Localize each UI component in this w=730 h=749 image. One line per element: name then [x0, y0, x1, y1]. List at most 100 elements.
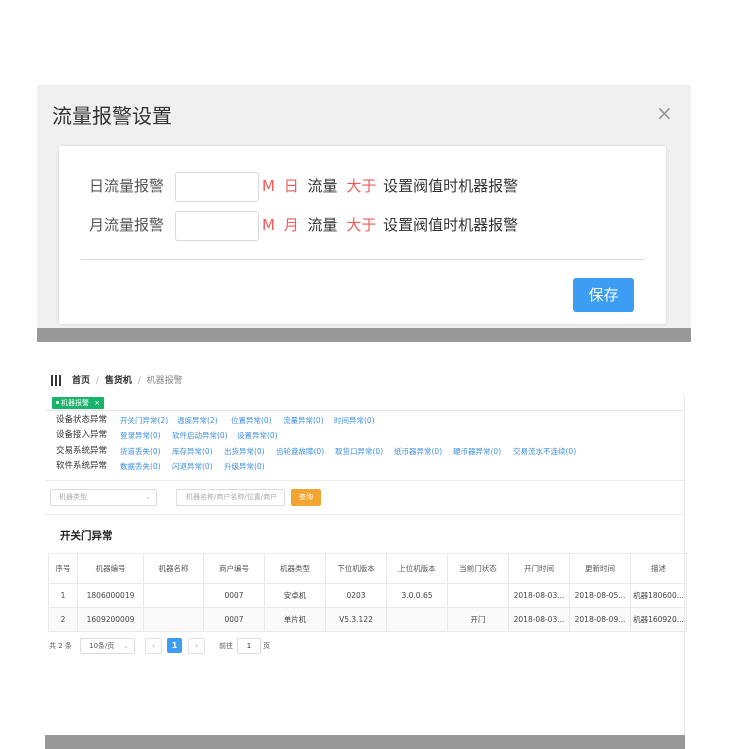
- category-link[interactable]: 软件启动异常(0): [172, 430, 228, 441]
- table-cell: 1: [48, 583, 78, 608]
- table-cell: 2: [48, 607, 78, 632]
- category-link[interactable]: 齿轮盘故障(0): [276, 446, 324, 457]
- category-title: 交易系统异常: [56, 446, 108, 456]
- monthly-flow-description: M 月 流量 大于 设置阀值时机器报警: [262, 215, 518, 235]
- table-cell: 2018-08-03...: [508, 583, 570, 608]
- column-header: 机器名称: [143, 553, 204, 584]
- goto-label: 前往: [219, 642, 233, 650]
- tab-machine-alarm[interactable]: 机器报警 ×: [52, 397, 104, 409]
- category-link[interactable]: 登录异常(0): [120, 430, 161, 441]
- divider: [45, 514, 685, 515]
- compare-label: 大于: [346, 216, 377, 234]
- category-link[interactable]: 库存异常(0): [172, 446, 213, 457]
- search-input[interactable]: 机器名称/商户名称/位置/商户: [176, 489, 285, 506]
- column-header: 开门时间: [508, 553, 570, 584]
- save-button[interactable]: 保存: [573, 278, 634, 312]
- flow-label: 流量: [307, 216, 338, 234]
- daily-flow-description: M 日 流量 大于 设置阀值时机器报警: [262, 176, 518, 196]
- tab-bar: [45, 395, 685, 411]
- table-cell: 0203: [325, 583, 387, 608]
- table-cell: 3.0.0.65: [386, 583, 448, 608]
- goto-suffix: 页: [263, 642, 270, 650]
- flow-label: 流量: [307, 177, 338, 195]
- page-size-select[interactable]: 10条/页 ⌄: [80, 638, 135, 654]
- category-title: 设备状态异常: [56, 415, 108, 425]
- pagination-total: 共 2 条: [49, 642, 72, 650]
- next-page-button[interactable]: ›: [188, 638, 205, 654]
- table-row[interactable]: 2 1609200009 0007 单片机 V5.3.122 开门 2018-0…: [48, 607, 687, 632]
- table-cell: 机器160920...: [630, 607, 687, 632]
- divider: [45, 735, 685, 749]
- search-placeholder: 机器名称/商户名称/位置/商户: [186, 493, 278, 501]
- divider: [45, 480, 685, 481]
- period-label: 月: [283, 216, 299, 234]
- threshold-hint: 设置阀值时机器报警: [383, 216, 519, 234]
- prev-page-button[interactable]: ‹: [145, 638, 162, 654]
- category-title: 软件系统异常: [56, 461, 108, 471]
- breadcrumb-separator: /: [137, 376, 141, 386]
- active-dot-icon: [56, 401, 59, 404]
- daily-flow-label: 日流量报警: [89, 177, 165, 195]
- breadcrumb-separator: /: [95, 376, 99, 386]
- table-cell: [143, 607, 204, 632]
- table-cell: [386, 607, 448, 632]
- table-cell: 1609200009: [77, 607, 144, 632]
- page-size-value: 10条/页: [89, 642, 115, 650]
- category-link[interactable]: 交易流水不连续(0): [513, 446, 576, 457]
- category-link[interactable]: 硬币器异常(0): [453, 446, 501, 457]
- compare-label: 大于: [346, 177, 377, 195]
- divider: [81, 259, 645, 260]
- unit-label: M: [262, 216, 275, 234]
- machine-type-select[interactable]: 机器类型 ⌄: [50, 489, 157, 506]
- category-link[interactable]: 取货口异常(0): [335, 446, 383, 457]
- section-title: 开关门异常: [60, 530, 113, 542]
- divider: [684, 395, 685, 735]
- query-button[interactable]: 查询: [291, 489, 321, 506]
- category-link[interactable]: 时间异常(0): [334, 415, 375, 426]
- close-icon[interactable]: ×: [94, 399, 100, 407]
- table-cell: V5.3.122: [325, 607, 387, 632]
- table-cell: 机器180600...: [630, 583, 687, 608]
- table-cell: 2018-08-05...: [569, 583, 631, 608]
- breadcrumb-home[interactable]: 首页: [72, 376, 90, 386]
- table-cell: 0007: [203, 583, 265, 608]
- category-link[interactable]: 开关门异常(2): [120, 415, 168, 426]
- table-cell: 2018-08-03...: [508, 607, 570, 632]
- table-cell: 1806000019: [77, 583, 144, 608]
- category-link[interactable]: 闪退异常(0): [172, 461, 213, 472]
- chevron-down-icon: ⌄: [145, 493, 151, 501]
- table-cell: 开门: [447, 607, 509, 632]
- column-header: 描述: [630, 553, 687, 584]
- column-header: 序号: [48, 553, 78, 584]
- close-icon[interactable]: ×: [656, 103, 673, 123]
- daily-flow-input[interactable]: [175, 172, 259, 202]
- table-row[interactable]: 1 1806000019 0007 安卓机 0203 3.0.0.65 2018…: [48, 583, 687, 608]
- category-link[interactable]: 温度异常(2): [177, 415, 218, 426]
- dialog-title: 流量报警设置: [52, 104, 172, 128]
- select-placeholder: 机器类型: [59, 493, 87, 501]
- column-header: 机器编号: [77, 553, 144, 584]
- goto-page-input[interactable]: 1: [237, 638, 261, 654]
- category-link[interactable]: 升级异常(0): [224, 461, 265, 472]
- category-link[interactable]: 出货异常(0): [224, 446, 265, 457]
- breadcrumb: 首页 / 售货机 / 机器报警: [72, 376, 183, 387]
- menu-icon[interactable]: [51, 375, 61, 386]
- period-label: 日: [283, 177, 299, 195]
- page-1-button[interactable]: 1: [167, 638, 182, 653]
- category-link[interactable]: 数据丢失(0): [120, 461, 161, 472]
- category-link[interactable]: 设置异常(0): [237, 430, 278, 441]
- monthly-flow-input[interactable]: [175, 211, 259, 241]
- alarm-table: 序号 机器编号 机器名称 商户编号 机器类型 下位机版本 上位机版本 当前门状态…: [48, 553, 687, 632]
- category-link[interactable]: 货道丢失(0): [120, 446, 161, 457]
- threshold-hint: 设置阀值时机器报警: [383, 177, 519, 195]
- table-cell: 单片机: [264, 607, 326, 632]
- table-cell: [447, 583, 509, 608]
- divider: [37, 328, 691, 342]
- column-header: 机器类型: [264, 553, 326, 584]
- column-header: 上位机版本: [386, 553, 448, 584]
- category-link[interactable]: 流量异常(0): [283, 415, 324, 426]
- category-link[interactable]: 纸币器异常(0): [394, 446, 442, 457]
- category-link[interactable]: 位置异常(0): [231, 415, 272, 426]
- column-header: 商户编号: [203, 553, 265, 584]
- breadcrumb-section[interactable]: 售货机: [105, 376, 132, 386]
